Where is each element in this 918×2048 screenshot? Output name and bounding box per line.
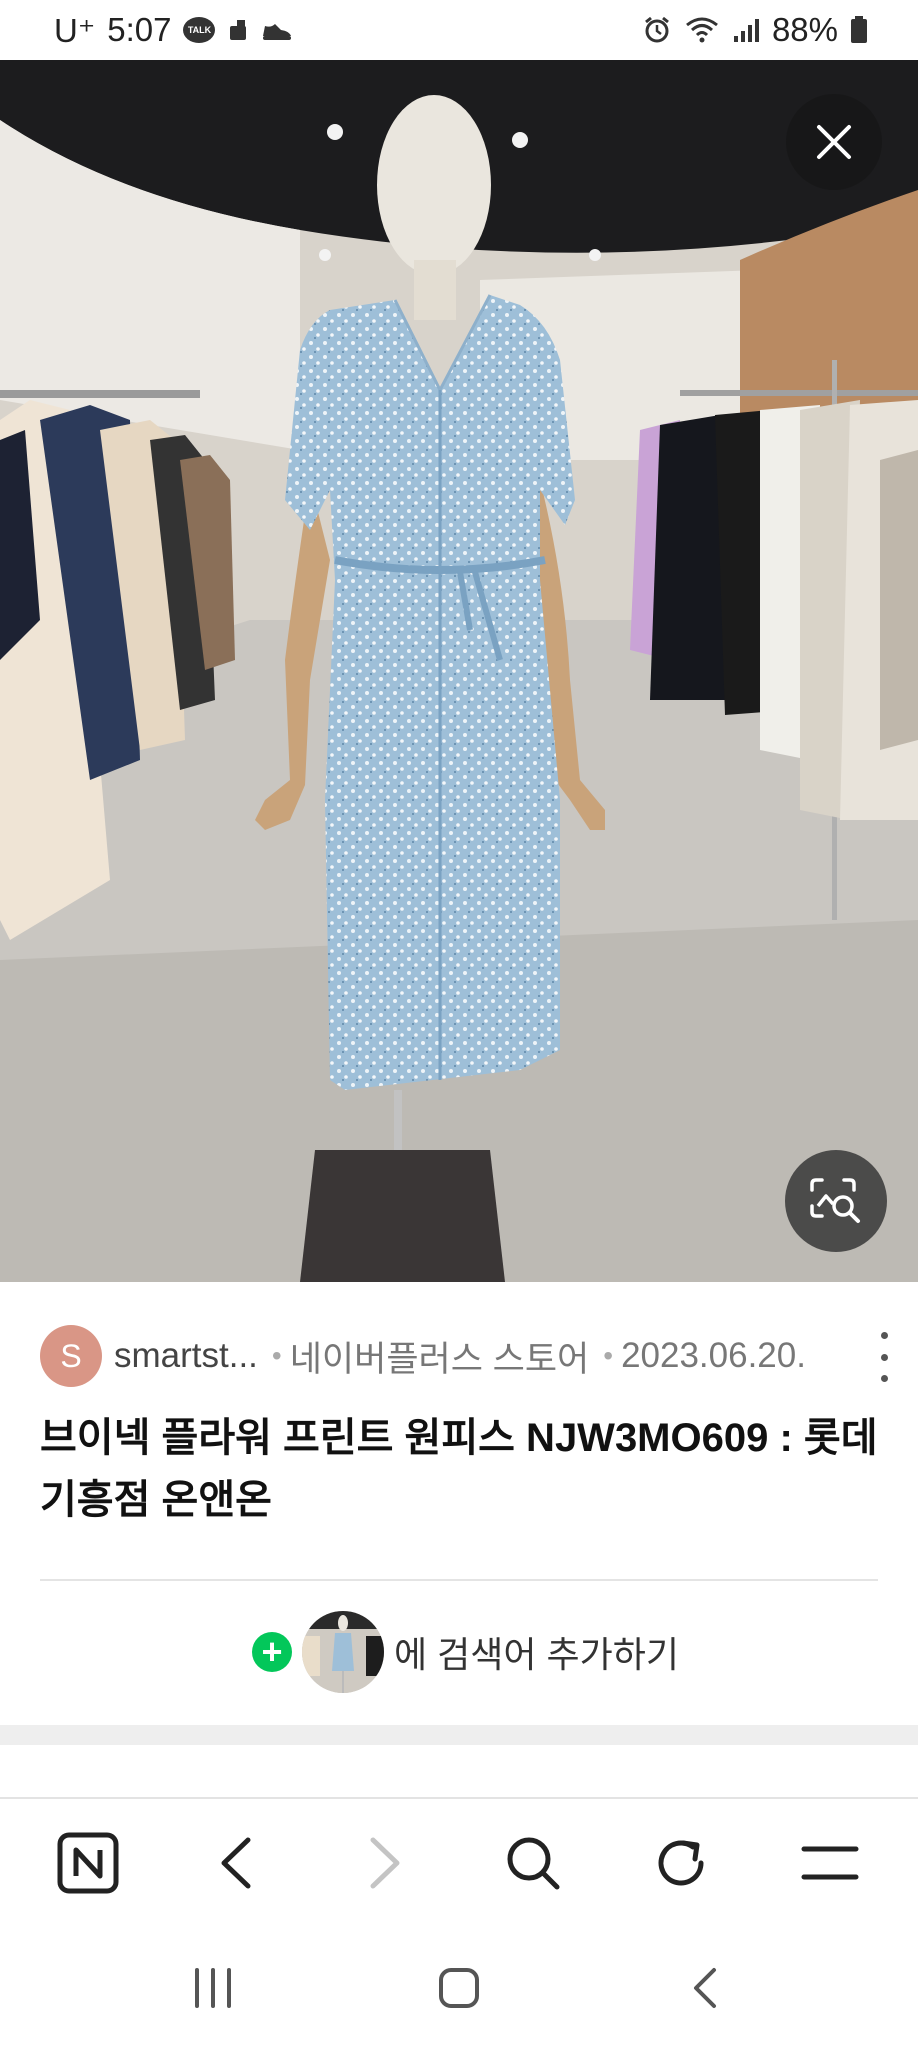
section-separator: [0, 1725, 918, 1745]
search-icon: [507, 1837, 560, 1890]
result-title[interactable]: 브이넥 플라워 프린트 원피스 NJW3MO609 : 롯데 기흥점 온앤온: [40, 1407, 890, 1531]
sneaker-icon: [261, 18, 293, 42]
reload-icon: [658, 1840, 704, 1886]
back-button[interactable]: [191, 1818, 281, 1908]
separator-dot: •: [603, 1340, 614, 1371]
add-search-term-button[interactable]: + 에 검색어 추가하기: [252, 1610, 679, 1694]
image-viewer[interactable]: [0, 60, 918, 1282]
system-nav-bar: [0, 1927, 918, 2048]
status-left: U⁺ 5:07 TALK: [54, 11, 293, 50]
divider: [40, 1579, 878, 1581]
product-photo: [0, 60, 918, 1282]
status-right: 88%: [642, 11, 868, 49]
alarm-icon: [642, 15, 672, 45]
close-button[interactable]: [786, 94, 882, 190]
more-dot: [880, 1375, 888, 1382]
home-button[interactable]: [399, 1948, 519, 2028]
image-thumbnail: [302, 1611, 384, 1693]
store-name: 네이버플러스 스토어: [289, 1339, 590, 1379]
more-dot: [880, 1332, 888, 1339]
plus-icon: +: [252, 1632, 292, 1672]
source-name[interactable]: smartst...: [114, 1336, 258, 1376]
wifi-icon: [684, 15, 720, 45]
separator-dot: •: [271, 1340, 282, 1371]
battery-icon: [850, 16, 868, 44]
signal-icon: [732, 16, 760, 44]
back-icon: [694, 1967, 716, 2008]
reload-button[interactable]: [636, 1818, 726, 1908]
back-icon: [221, 1837, 251, 1889]
home-icon: [439, 1967, 479, 2008]
naver-home-button[interactable]: [43, 1818, 133, 1908]
forward-button[interactable]: [340, 1818, 430, 1908]
recent-apps-icon: [195, 1967, 231, 2008]
menu-icon: [801, 1846, 859, 1880]
naver-home-icon: [57, 1832, 119, 1894]
search-button[interactable]: [488, 1818, 578, 1908]
more-dot: [880, 1353, 888, 1361]
notification-icon: [227, 18, 249, 42]
image-search-button[interactable]: [785, 1150, 887, 1252]
clock: 5:07: [107, 11, 172, 48]
kakaotalk-icon: TALK: [183, 17, 216, 43]
image-search-icon: [810, 1178, 860, 1223]
carrier-label: U⁺: [54, 11, 96, 49]
more-options-button[interactable]: [872, 1332, 896, 1382]
battery-label: 88%: [771, 11, 838, 48]
add-search-term-label: 에 검색어 추가하기: [394, 1634, 679, 1675]
source-avatar: S: [40, 1325, 102, 1387]
menu-button[interactable]: [785, 1818, 875, 1908]
result-info: S smartst... • 네이버플러스 스토어 • 2023.06.20. …: [0, 1282, 918, 1725]
close-icon: [817, 125, 851, 159]
browser-toolbar: [0, 1797, 918, 1927]
status-bar: U⁺ 5:07 TALK 88%: [0, 0, 918, 60]
recent-apps-button[interactable]: [153, 1948, 273, 2028]
forward-icon: [370, 1837, 400, 1889]
source-row[interactable]: S smartst... • 네이버플러스 스토어 • 2023.06.20.: [40, 1325, 890, 1387]
post-date: 2023.06.20.: [621, 1336, 806, 1375]
system-back-button[interactable]: [645, 1948, 765, 2028]
